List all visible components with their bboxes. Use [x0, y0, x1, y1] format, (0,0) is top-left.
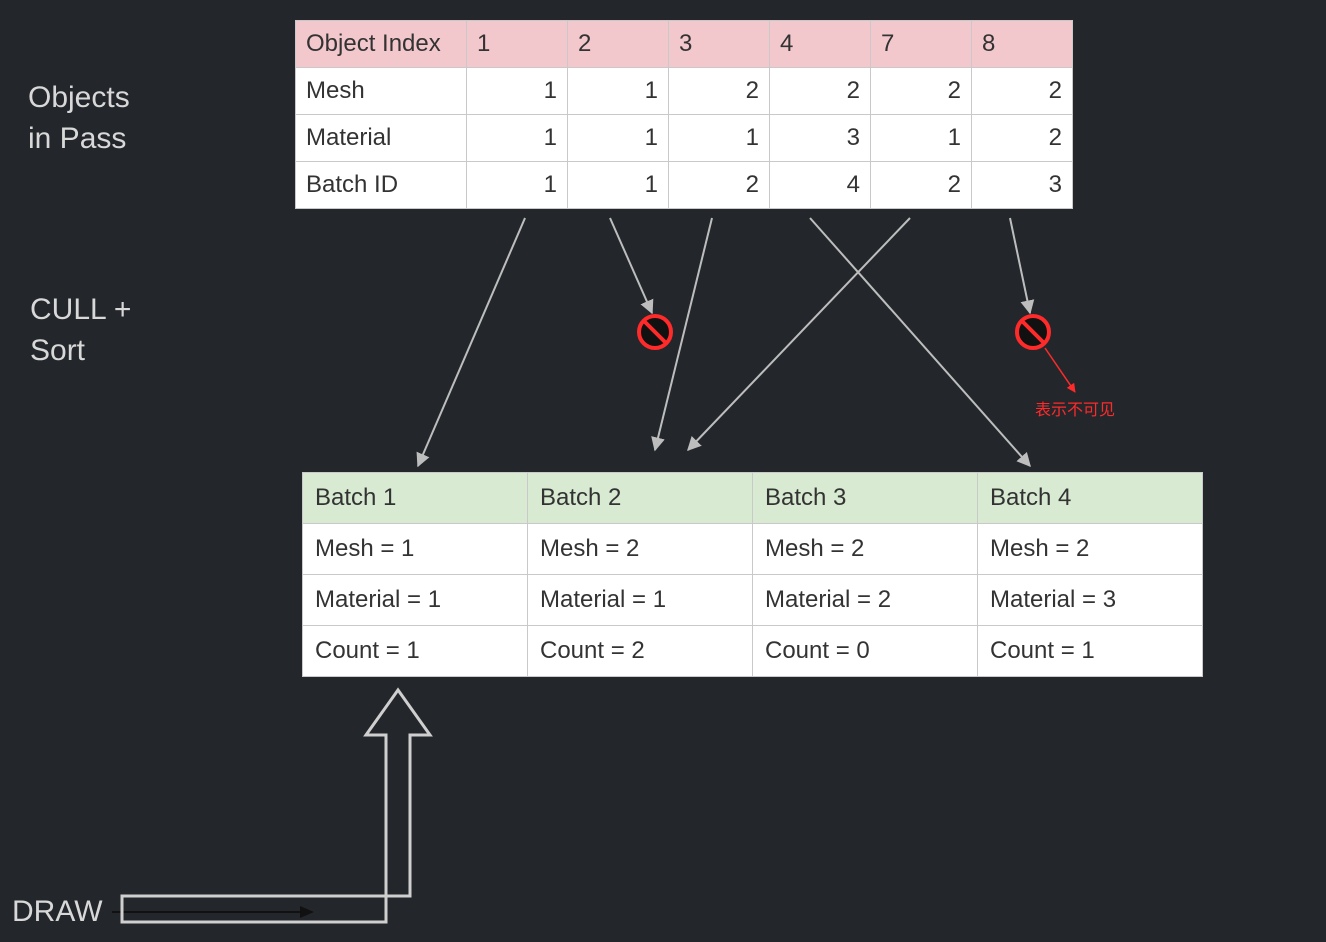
draw-flow-arrowhead [300, 906, 314, 918]
cull-sort-label: CULL +Sort [30, 290, 131, 371]
header-col: 2 [568, 21, 669, 68]
header-col: 7 [871, 21, 972, 68]
header-col: 8 [972, 21, 1073, 68]
row-label: Material [296, 115, 467, 162]
cell: Material = 3 [978, 575, 1203, 626]
invisible-annotation: 表示不可见 [1035, 396, 1115, 420]
draw-label: DRAW [12, 892, 103, 933]
row-label: Mesh [296, 68, 467, 115]
objects-in-pass-label: Objectsin Pass [28, 78, 130, 159]
arrow-obj8-culled [1010, 218, 1030, 313]
objects-table: Object Index 1 2 3 4 7 8 Mesh 1 1 2 2 2 … [295, 20, 1073, 209]
cell: 3 [972, 162, 1073, 209]
cell: 2 [972, 115, 1073, 162]
draw-elbow-outline [122, 690, 418, 926]
row-label: Batch ID [296, 162, 467, 209]
cell: 2 [871, 68, 972, 115]
cell: 2 [669, 162, 770, 209]
prohibited-icon [639, 316, 671, 348]
cell: 1 [568, 162, 669, 209]
cell: Count = 2 [528, 626, 753, 677]
header-col: 1 [467, 21, 568, 68]
cell: Mesh = 2 [978, 524, 1203, 575]
cell: 1 [568, 68, 669, 115]
cell: 1 [467, 162, 568, 209]
draw-elbow [122, 690, 430, 922]
prohibited-icon [1017, 316, 1049, 348]
cell: 2 [972, 68, 1073, 115]
cell: 1 [871, 115, 972, 162]
header-col: 4 [770, 21, 871, 68]
header-object-index: Object Index [296, 21, 467, 68]
cell: 2 [669, 68, 770, 115]
cell: Material = 1 [303, 575, 528, 626]
cell: Material = 1 [528, 575, 753, 626]
table-row: Mesh = 1 Mesh = 2 Mesh = 2 Mesh = 2 [303, 524, 1203, 575]
batches-table: Batch 1 Batch 2 Batch 3 Batch 4 Mesh = 1… [302, 472, 1203, 677]
cell: Count = 1 [978, 626, 1203, 677]
table-row: Count = 1 Count = 2 Count = 0 Count = 1 [303, 626, 1203, 677]
arrow-obj3-to-batch2 [655, 218, 712, 450]
batch-header: Batch 3 [753, 473, 978, 524]
table-row: Batch ID 1 1 2 4 2 3 [296, 162, 1073, 209]
batch-header: Batch 4 [978, 473, 1203, 524]
cell: 1 [467, 68, 568, 115]
arrow-obj1-to-batch1 [418, 218, 525, 466]
cell: Mesh = 1 [303, 524, 528, 575]
cell: Material = 2 [753, 575, 978, 626]
arrow-obj7-to-batch2 [688, 218, 910, 450]
cell: Count = 1 [303, 626, 528, 677]
batch-header: Batch 2 [528, 473, 753, 524]
cell: 2 [770, 68, 871, 115]
table-row: Material = 1 Material = 1 Material = 2 M… [303, 575, 1203, 626]
annotation-arrow [1045, 348, 1075, 392]
table-row: Object Index 1 2 3 4 7 8 [296, 21, 1073, 68]
header-col: 3 [669, 21, 770, 68]
cell: 2 [871, 162, 972, 209]
arrow-obj2-culled [610, 218, 652, 313]
arrow-obj4-to-batch4 [810, 218, 1030, 466]
table-row: Material 1 1 1 3 1 2 [296, 115, 1073, 162]
cell: 1 [467, 115, 568, 162]
batch-header: Batch 1 [303, 473, 528, 524]
cell: Mesh = 2 [528, 524, 753, 575]
cell: 4 [770, 162, 871, 209]
cell: 1 [568, 115, 669, 162]
table-row: Batch 1 Batch 2 Batch 3 Batch 4 [303, 473, 1203, 524]
cell: Mesh = 2 [753, 524, 978, 575]
table-row: Mesh 1 1 2 2 2 2 [296, 68, 1073, 115]
cell: 3 [770, 115, 871, 162]
cell: 1 [669, 115, 770, 162]
cell: Count = 0 [753, 626, 978, 677]
